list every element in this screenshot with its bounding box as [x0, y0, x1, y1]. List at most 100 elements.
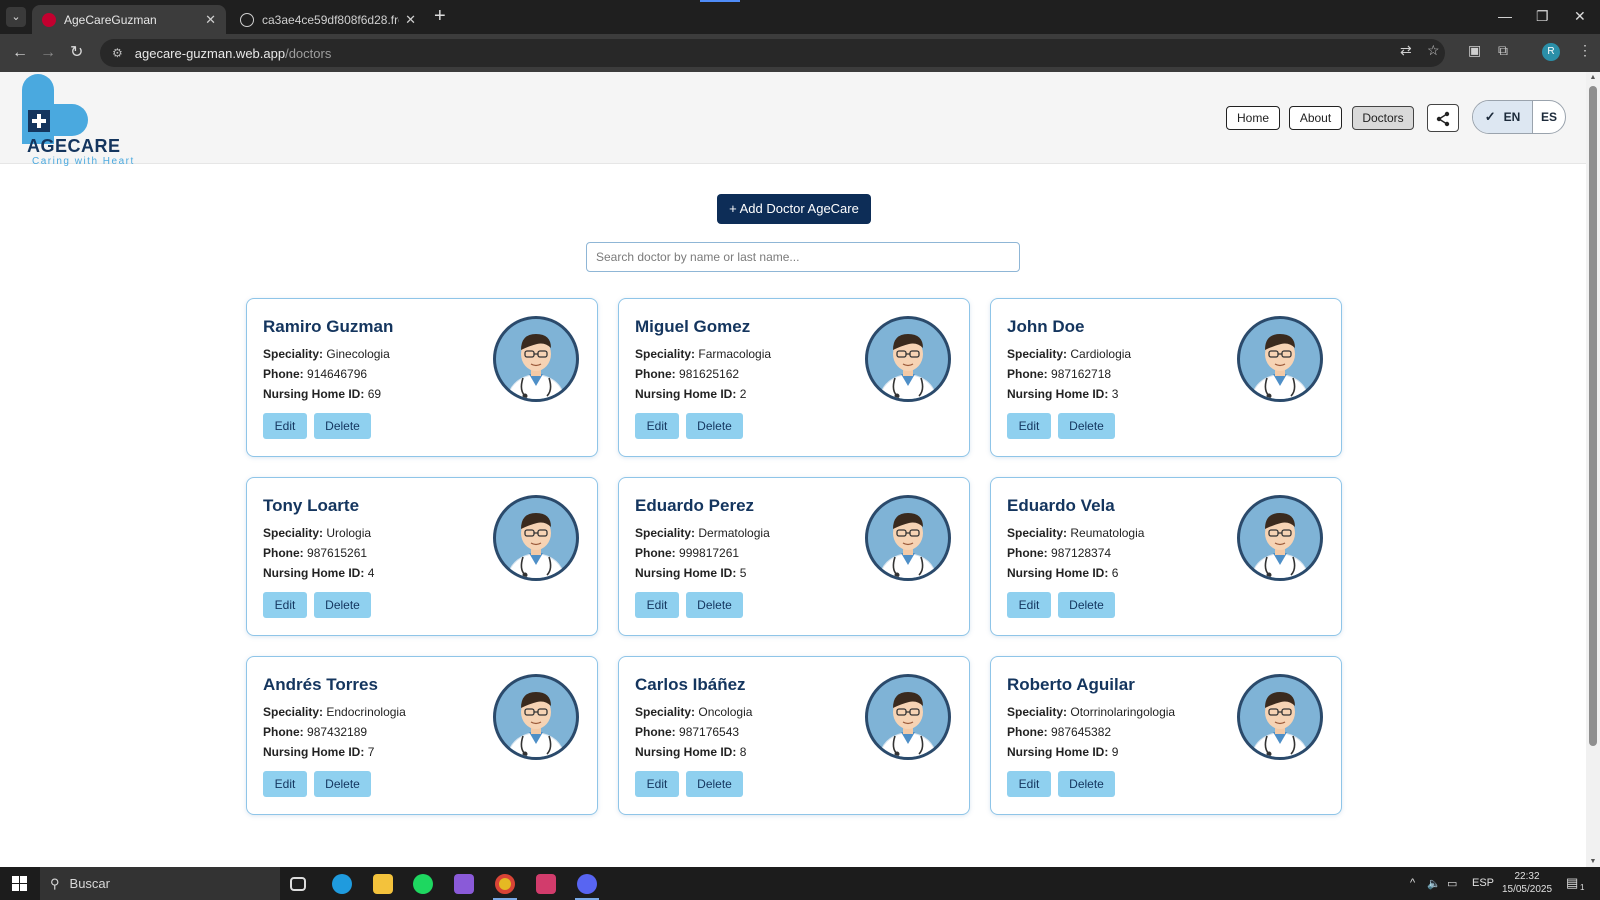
close-tab-icon[interactable]: ✕	[205, 12, 216, 28]
edit-doctor-button[interactable]: Edit	[1007, 771, 1051, 797]
delete-doctor-button[interactable]: Delete	[686, 592, 743, 618]
nav-about-button[interactable]: About	[1289, 106, 1342, 130]
discord-icon[interactable]	[577, 874, 597, 894]
doctor-card: Andrés Torres Speciality: Endocrinologia…	[246, 656, 598, 815]
file-explorer-icon[interactable]	[373, 874, 393, 894]
language-toggle[interactable]: ✓ EN ES	[1472, 100, 1566, 134]
angular-favicon-icon	[42, 12, 56, 27]
doctor-name: Ramiro Guzman	[263, 317, 394, 336]
edit-doctor-button[interactable]: Edit	[263, 592, 307, 618]
nursing-home-label: Nursing Home ID:	[263, 566, 365, 580]
delete-doctor-button[interactable]: Delete	[1058, 771, 1115, 797]
doctor-phone: Phone: 987615261	[263, 546, 367, 560]
speciality-value: Oncologia	[698, 705, 753, 719]
doctor-name: Eduardo Vela	[1007, 496, 1115, 515]
phone-label: Phone:	[635, 546, 676, 560]
new-tab-icon[interactable]: +	[434, 6, 446, 26]
doctor-avatar	[493, 495, 579, 581]
windows-start-icon[interactable]	[12, 876, 27, 891]
speciality-value: Otorrinolaringologia	[1070, 705, 1176, 719]
logo-wordmark: AGECARE	[27, 136, 121, 156]
add-doctor-button[interactable]: + Add Doctor AgeCare	[717, 194, 871, 224]
nav-doctors-button[interactable]: Doctors	[1352, 106, 1414, 130]
edit-doctor-button[interactable]: Edit	[635, 592, 679, 618]
translate-icon[interactable]: ⇄	[1400, 42, 1412, 59]
page-scrollbar[interactable]: ▲ ▼	[1586, 72, 1600, 867]
site-info-icon[interactable]: ⚙	[112, 46, 123, 60]
delete-doctor-button[interactable]: Delete	[686, 771, 743, 797]
speciality-value: Cardiologia	[1070, 347, 1132, 361]
doctor-card: Eduardo Perez Speciality: Dermatologia P…	[618, 477, 970, 636]
tab-beeceptor[interactable]: ca3ae4ce59df808f6d28.free.beeceptor.com …	[230, 5, 426, 34]
extension-app-icon[interactable]: ▣	[1468, 42, 1481, 59]
forward-icon[interactable]: →	[40, 43, 56, 63]
speciality-label: Speciality:	[635, 347, 696, 361]
volume-icon[interactable]: 🔈	[1427, 877, 1441, 890]
doctor-avatar-icon	[1237, 674, 1323, 760]
visual-studio-icon[interactable]	[454, 874, 474, 894]
lang-es-option[interactable]: ES	[1533, 101, 1565, 133]
url-text[interactable]: agecare-guzman.web.app/doctors	[135, 46, 332, 61]
lang-en-option[interactable]: ✓ EN	[1473, 101, 1533, 133]
doctor-speciality: Speciality: Urologia	[263, 526, 371, 540]
edit-doctor-button[interactable]: Edit	[1007, 592, 1051, 618]
edit-doctor-button[interactable]: Edit	[263, 771, 307, 797]
doctor-search-input[interactable]	[586, 242, 1020, 272]
delete-doctor-button[interactable]: Delete	[314, 413, 371, 439]
minimize-icon[interactable]: —	[1498, 8, 1512, 24]
back-icon[interactable]: ←	[12, 43, 28, 63]
speciality-value: Ginecologia	[326, 347, 390, 361]
delete-doctor-button[interactable]: Delete	[1058, 413, 1115, 439]
edit-doctor-button[interactable]: Edit	[635, 413, 679, 439]
edge-icon[interactable]	[332, 874, 352, 894]
restore-icon[interactable]: ❐	[1536, 8, 1549, 25]
spotify-icon[interactable]	[413, 874, 433, 894]
nav-home-button[interactable]: Home	[1226, 106, 1280, 130]
nursing-home-value: 2	[739, 387, 747, 401]
doctor-card-grid: Ramiro Guzman Speciality: Ginecologia Ph…	[246, 298, 1342, 815]
doctor-speciality: Speciality: Cardiologia	[1007, 347, 1131, 361]
close-tab-icon[interactable]: ✕	[405, 12, 416, 28]
edit-doctor-button[interactable]: Edit	[635, 771, 679, 797]
speciality-label: Speciality:	[635, 705, 696, 719]
reload-icon[interactable]: ↻	[70, 43, 83, 63]
doctor-avatar-icon	[493, 674, 579, 760]
doctor-nursing-home: Nursing Home ID: 4	[263, 566, 374, 580]
tray-chevron-icon[interactable]: ^	[1410, 877, 1415, 889]
address-bar[interactable]: ⚙ agecare-guzman.web.app/doctors	[100, 39, 1445, 67]
close-window-icon[interactable]: ✕	[1574, 8, 1586, 25]
agecare-logo[interactable]: AGECARE Caring with Heart	[20, 74, 150, 167]
browser-menu-icon[interactable]: ⋮	[1578, 42, 1592, 59]
task-view-icon[interactable]	[290, 877, 306, 891]
taskbar-search-box[interactable]: ⚲ Buscar	[40, 867, 280, 900]
speciality-label: Speciality:	[263, 705, 324, 719]
edit-doctor-button[interactable]: Edit	[263, 413, 307, 439]
doctor-speciality: Speciality: Reumatologia	[1007, 526, 1144, 540]
share-button[interactable]	[1427, 104, 1459, 132]
scroll-down-icon[interactable]: ▼	[1589, 858, 1597, 865]
tab-search-icon[interactable]: ⌄	[6, 7, 26, 27]
speciality-value: Reumatologia	[1070, 526, 1145, 540]
delete-doctor-button[interactable]: Delete	[314, 771, 371, 797]
network-icon[interactable]: ▭	[1447, 877, 1457, 890]
edit-doctor-button[interactable]: Edit	[1007, 413, 1051, 439]
phone-value: 987162718	[1051, 367, 1112, 381]
phone-value: 981625162	[679, 367, 740, 381]
extensions-puzzle-icon[interactable]: ⧉	[1498, 42, 1508, 59]
scrollbar-thumb[interactable]	[1589, 86, 1597, 746]
doctor-nursing-home: Nursing Home ID: 7	[263, 745, 374, 759]
input-language[interactable]: ESP	[1472, 877, 1494, 889]
tab-agecare[interactable]: AgeCareGuzman ✕	[32, 5, 226, 34]
delete-doctor-button[interactable]: Delete	[1058, 592, 1115, 618]
notifications-icon[interactable]: ▤	[1566, 875, 1578, 891]
scroll-up-icon[interactable]: ▲	[1589, 74, 1597, 81]
speciality-value: Urologia	[326, 526, 372, 540]
lang-es-label: ES	[1540, 110, 1557, 124]
bookmark-star-icon[interactable]: ☆	[1427, 42, 1440, 59]
system-clock[interactable]: 22:32 15/05/2025	[1500, 870, 1554, 896]
jetbrains-icon[interactable]	[536, 874, 556, 894]
chrome-icon[interactable]	[495, 874, 515, 894]
delete-doctor-button[interactable]: Delete	[314, 592, 371, 618]
profile-avatar[interactable]: R	[1542, 43, 1560, 61]
delete-doctor-button[interactable]: Delete	[686, 413, 743, 439]
